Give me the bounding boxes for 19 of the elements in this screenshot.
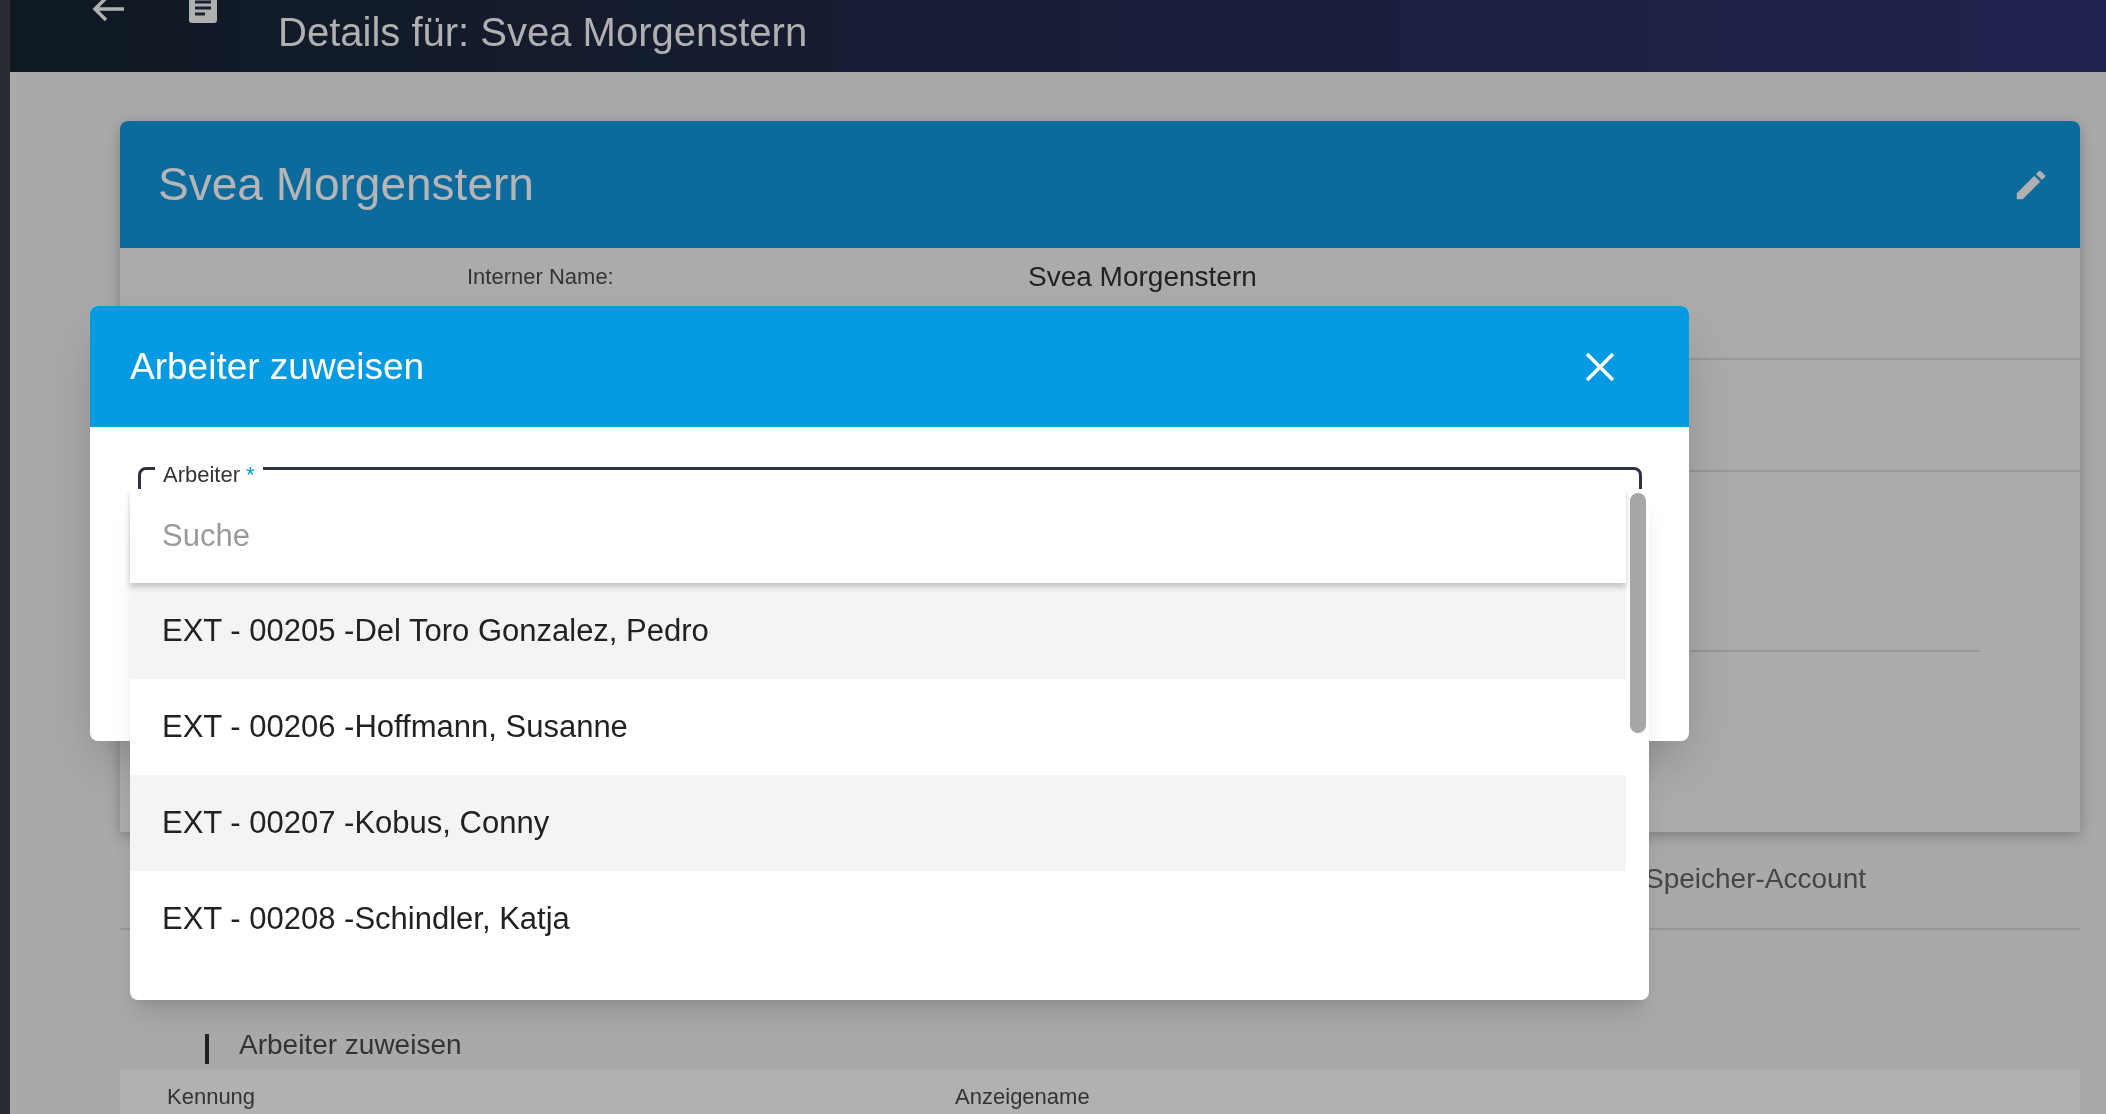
dialog-title: Arbeiter zuweisen (130, 344, 425, 389)
page-title: Details für: Svea Morgenstern (278, 9, 808, 56)
search-field[interactable]: Suche (130, 489, 1626, 583)
field-value: Svea Morgenstern (1028, 260, 1257, 294)
worker-option[interactable]: EXT - 00205 -Del Toro Gonzalez, Pedro (130, 583, 1626, 679)
close-icon[interactable] (1585, 351, 1615, 382)
field-label: Interner Name: (467, 263, 615, 291)
field-label: Arbeiter (163, 461, 241, 489)
column-header: Kennung (167, 1083, 256, 1111)
worker-option[interactable]: EXT - 00207 -Kobus, Conny (130, 775, 1626, 871)
required-mark: * (246, 461, 255, 489)
account-tab[interactable]: Speicher-Account (1645, 858, 1866, 900)
scrollbar-thumb[interactable] (1629, 493, 1646, 733)
assign-worker-link[interactable]: Arbeiter zuweisen (239, 1024, 462, 1066)
document-icon (186, 0, 220, 24)
text-cursor (205, 1034, 209, 1064)
column-header: Anzeigename (955, 1083, 1090, 1111)
back-arrow-icon[interactable] (92, 0, 126, 22)
card-title: Svea Morgenstern (158, 157, 534, 212)
